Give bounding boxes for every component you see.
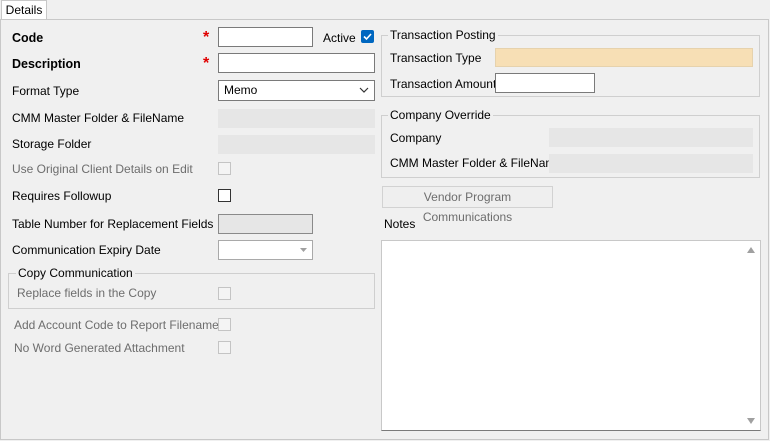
no-word-checkbox	[218, 341, 231, 354]
active-label: Active	[323, 31, 356, 45]
replace-fields-label: Replace fields in the Copy	[17, 286, 157, 300]
transaction-type-input[interactable]	[495, 48, 753, 67]
table-number-label: Table Number for Replacement Fields	[12, 217, 214, 231]
storage-folder-input	[218, 135, 375, 154]
company-label: Company	[390, 131, 442, 145]
format-type-value: Memo	[224, 83, 258, 97]
replace-fields-checkbox	[218, 287, 231, 300]
code-required-mark: *	[203, 29, 210, 46]
transaction-type-label: Transaction Type	[390, 51, 482, 65]
requires-followup-label: Requires Followup	[12, 189, 112, 203]
notes-scrollbar[interactable]	[743, 241, 760, 430]
use-original-checkbox	[218, 162, 231, 175]
chevron-down-icon	[359, 87, 369, 93]
add-account-code-label: Add Account Code to Report Filenames	[14, 318, 225, 332]
storage-folder-label: Storage Folder	[12, 137, 92, 151]
description-required-mark: *	[203, 55, 210, 72]
expiry-date-label: Communication Expiry Date	[12, 243, 161, 257]
tab-details[interactable]: Details	[1, 0, 47, 20]
code-label: Code	[12, 31, 44, 45]
format-type-select[interactable]: Memo	[218, 80, 375, 101]
add-account-code-checkbox	[218, 318, 231, 331]
company-input	[549, 128, 753, 147]
code-input[interactable]	[218, 27, 313, 47]
requires-followup-checkbox[interactable]	[218, 189, 231, 202]
transaction-amount-label: Transaction Amount	[390, 77, 497, 91]
description-label: Description	[12, 57, 81, 71]
no-word-label: No Word Generated Attachment	[14, 341, 185, 355]
transaction-posting-legend: Transaction Posting	[388, 28, 498, 42]
transaction-amount-input[interactable]	[495, 73, 595, 93]
copy-communication-legend: Copy Communication	[16, 266, 135, 280]
override-cmm-master-label: CMM Master Folder & FileName	[390, 156, 563, 170]
vendor-program-communications-button[interactable]: Vendor Program Communications	[382, 186, 553, 224]
cmm-master-input	[218, 109, 375, 128]
active-checkbox[interactable]	[361, 30, 374, 43]
description-input[interactable]	[218, 53, 375, 73]
format-type-label: Format Type	[12, 84, 80, 98]
notes-textarea[interactable]	[381, 240, 761, 431]
use-original-label: Use Original Client Details on Edit	[12, 162, 193, 176]
table-number-input	[218, 214, 313, 234]
expiry-date-picker[interactable]	[218, 240, 313, 260]
override-cmm-master-input	[549, 154, 753, 173]
notes-label: Notes	[384, 217, 416, 231]
dropdown-arrow-icon	[300, 248, 307, 252]
scroll-down-icon[interactable]	[747, 418, 755, 424]
scroll-up-icon[interactable]	[747, 247, 755, 253]
cmm-master-label: CMM Master Folder & FileName	[12, 111, 185, 125]
company-override-legend: Company Override	[388, 108, 493, 122]
checkmark-icon	[363, 33, 372, 41]
